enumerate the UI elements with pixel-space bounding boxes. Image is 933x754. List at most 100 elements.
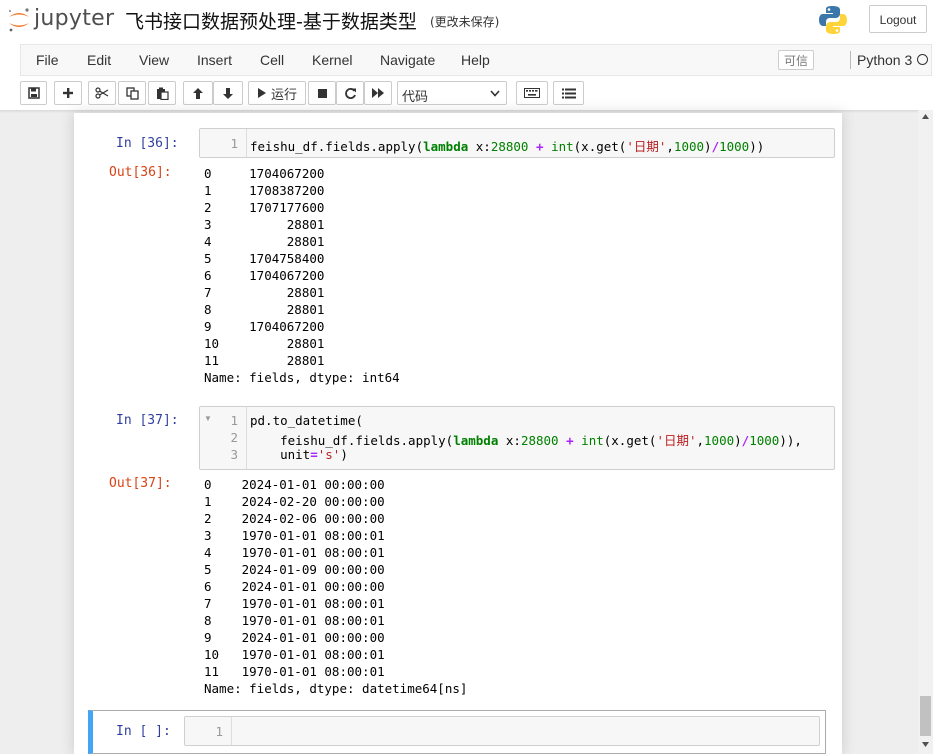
- toggle-toc-button[interactable]: [553, 81, 584, 105]
- code-input[interactable]: 1: [184, 716, 820, 746]
- arrow-up-icon: [193, 87, 203, 99]
- code-line[interactable]: unit='s'): [250, 447, 348, 462]
- output-line: 10 1970-01-01 08:00:01: [204, 647, 385, 662]
- line-number: 1: [230, 136, 238, 151]
- save-button[interactable]: [20, 81, 47, 105]
- copy-button[interactable]: [118, 81, 146, 105]
- kernel-name[interactable]: Python 3: [857, 45, 912, 75]
- menu-file[interactable]: File: [36, 45, 59, 75]
- kernel-separator: [850, 51, 851, 69]
- jupyter-logo-icon: [8, 8, 29, 32]
- output-line: 6 1704067200: [204, 268, 325, 283]
- trusted-button[interactable]: 可信: [778, 50, 814, 70]
- output-line: 2 1707177600: [204, 200, 325, 215]
- cut-button[interactable]: [88, 81, 116, 105]
- code-cell-empty[interactable]: In [ ]: 1: [88, 710, 826, 754]
- notebook-container: In [36]: 1 feishu_df.fields.apply(lambda…: [74, 113, 842, 754]
- code-line[interactable]: pd.to_datetime(: [250, 413, 363, 428]
- output-line: 1 1708387200: [204, 183, 325, 198]
- keyboard-icon: [524, 88, 540, 98]
- output-line: 4 28801: [204, 234, 325, 249]
- menu-navigate[interactable]: Navigate: [380, 45, 435, 75]
- cut-icon: [95, 87, 109, 99]
- fast-forward-icon: [372, 88, 384, 98]
- page-scrollbar[interactable]: [918, 110, 933, 754]
- move-up-button[interactable]: [183, 81, 213, 105]
- output-line: 0 1704067200: [204, 166, 325, 181]
- restart-kernel-button[interactable]: [336, 81, 364, 105]
- cell-type-select[interactable]: 代码: [397, 81, 507, 105]
- code-cell-36[interactable]: In [36]: 1 feishu_df.fields.apply(lambda…: [88, 128, 835, 390]
- jupyter-logo[interactable]: jupyter: [6, 6, 114, 34]
- restart-icon: [344, 87, 356, 99]
- output-line: 4 1970-01-01 08:00:01: [204, 545, 385, 560]
- plus-icon: [63, 88, 73, 98]
- output-line: 7 1970-01-01 08:00:01: [204, 596, 385, 611]
- scroll-up-icon[interactable]: [922, 114, 929, 119]
- arrow-down-icon: [223, 87, 233, 99]
- output-line: 7 28801: [204, 285, 325, 300]
- jupyter-wordmark: jupyter: [34, 6, 115, 31]
- code-cell-37[interactable]: In [37]: ▼ 1 2 3 pd.to_datetime( feishu_…: [88, 406, 835, 706]
- output-dtype-line: Name: fields, dtype: int64: [204, 370, 400, 385]
- in-prompt: In [ ]:: [116, 724, 171, 739]
- output-line: 3 28801: [204, 217, 325, 232]
- scroll-down-icon[interactable]: [922, 742, 929, 747]
- line-number: 2: [230, 430, 238, 445]
- interrupt-kernel-button[interactable]: [308, 81, 336, 105]
- output-line: 8 1970-01-01 08:00:01: [204, 613, 385, 628]
- scrollbar-thumb[interactable]: [920, 696, 931, 736]
- notebook-header: jupyter 飞书接口数据预处理-基于数据类型 (更改未保存) Logout …: [0, 0, 933, 110]
- move-down-button[interactable]: [213, 81, 243, 105]
- code-line[interactable]: feishu_df.fields.apply(lambda x:28800 + …: [250, 136, 764, 155]
- output-line: 10 28801: [204, 336, 325, 351]
- line-number: 3: [230, 447, 238, 462]
- code-input[interactable]: 1 feishu_df.fields.apply(lambda x:28800 …: [199, 128, 835, 158]
- list-icon: [561, 88, 576, 98]
- stop-icon: [317, 88, 327, 98]
- output-line: 5 2024-01-09 00:00:00: [204, 562, 385, 577]
- insert-cell-button[interactable]: [54, 81, 82, 105]
- run-button[interactable]: 运行: [248, 81, 306, 105]
- toolbar: 运行 代码: [0, 80, 933, 110]
- out-prompt: Out[36]:: [109, 165, 172, 180]
- cell-type-value: 代码: [402, 90, 429, 105]
- line-number-gutter: 1: [200, 129, 247, 157]
- line-number: 1: [215, 724, 223, 739]
- menu-insert[interactable]: Insert: [197, 45, 232, 75]
- out-prompt: Out[37]:: [109, 476, 172, 491]
- menu-kernel[interactable]: Kernel: [312, 45, 352, 75]
- logout-button[interactable]: Logout: [869, 5, 927, 33]
- menu-view[interactable]: View: [139, 45, 169, 75]
- python-logo-icon: [818, 4, 848, 36]
- chevron-down-icon: [490, 90, 500, 97]
- restart-run-all-button[interactable]: [364, 81, 392, 105]
- output-line: 11 1970-01-01 08:00:01: [204, 664, 385, 679]
- output-line: 5 1704758400: [204, 251, 325, 266]
- output-line: 11 28801: [204, 353, 325, 368]
- code-input[interactable]: ▼ 1 2 3 pd.to_datetime( feishu_df.fields…: [199, 406, 835, 470]
- output-line: 9 2024-01-01 00:00:00: [204, 630, 385, 645]
- line-number-gutter: 1: [185, 717, 232, 745]
- paste-icon: [156, 87, 169, 100]
- save-icon: [27, 87, 40, 99]
- output-line: 6 2024-01-01 00:00:00: [204, 579, 385, 594]
- output-line: 3 1970-01-01 08:00:01: [204, 528, 385, 543]
- menu-cell[interactable]: Cell: [260, 45, 284, 75]
- run-icon: [257, 88, 266, 98]
- menu-edit[interactable]: Edit: [87, 45, 111, 75]
- output-line: 8 28801: [204, 302, 325, 317]
- menubar: File Edit View Insert Cell Kernel Naviga…: [20, 44, 932, 76]
- output-line: 0 2024-01-01 00:00:00: [204, 477, 385, 492]
- save-status: (更改未保存): [430, 15, 500, 29]
- line-number: 1: [230, 413, 238, 428]
- command-palette-button[interactable]: [516, 81, 548, 105]
- notebook-title[interactable]: 飞书接口数据预处理-基于数据类型: [125, 7, 417, 34]
- output-dtype-line: Name: fields, dtype: datetime64[ns]: [204, 681, 468, 696]
- output-line: 2 2024-02-06 00:00:00: [204, 511, 385, 526]
- output-line: 1 2024-02-20 00:00:00: [204, 494, 385, 509]
- paste-button[interactable]: [148, 81, 176, 105]
- in-prompt: In [37]:: [116, 413, 179, 428]
- menu-help[interactable]: Help: [461, 45, 490, 75]
- copy-icon: [125, 86, 139, 100]
